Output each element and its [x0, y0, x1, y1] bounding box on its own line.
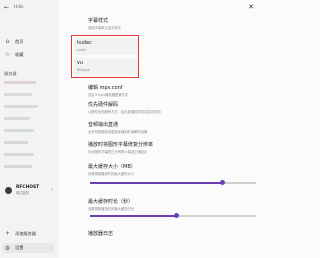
settings-panel: ✕ 字幕样式 选择字幕默认显示样式 hudec audio vu Bilingu… [58, 0, 258, 258]
servers-section-label: 服务器 [4, 71, 17, 76]
card-title: vu [77, 61, 83, 66]
home-icon: ⌂ [5, 38, 10, 45]
avatar [5, 186, 12, 194]
plus-icon: + [4, 230, 11, 237]
sidebar-item-label: 收藏 [15, 51, 24, 57]
slider-knob[interactable] [220, 180, 226, 185]
gear-icon: ⚙ [4, 244, 11, 252]
slider-fill [90, 182, 223, 184]
setting-title: 最大缓存时长（秒） [88, 199, 134, 205]
setting-title: 最大缓存大小（MB） [88, 164, 136, 170]
server-item-obscured[interactable] [4, 153, 48, 162]
sidebar-item-favorites[interactable]: ☆ 收藏 [4, 51, 24, 58]
sidebar-item-add-server[interactable]: + 添加服务器 [4, 230, 36, 237]
sidebar-item-settings[interactable]: ⚙ 设置 [2, 243, 54, 253]
server-item-obscured[interactable] [4, 165, 48, 174]
slider-fill [90, 215, 177, 217]
server-item-obscured[interactable] [4, 117, 48, 126]
setting-title: 编辑 mpv.conf [88, 85, 123, 91]
server-item-obscured[interactable] [4, 129, 48, 138]
setting-description: 以硬件优先解码方式，如出现播放异常请尝试关闭 [88, 110, 161, 114]
card-subtitle: Bilingus [77, 68, 90, 72]
sidebar: ← Hills ⌂ 首页 ☆ 收藏 服务器 RFCHOST 前往复制 ‹ + 添… [0, 0, 58, 258]
server-item-obscured[interactable] [4, 141, 48, 150]
slider-knob[interactable] [173, 213, 179, 218]
language-card-hudec[interactable]: hudec audio [74, 38, 138, 55]
cache-size-slider[interactable] [90, 180, 256, 185]
server-subtitle: 前往复制 [16, 191, 29, 195]
setting-description: 自定义mpv播放器配置文件 [88, 93, 129, 97]
close-icon[interactable]: ✕ [248, 3, 254, 11]
sidebar-item-label: 添加服务器 [15, 230, 36, 236]
server-item-obscured[interactable] [4, 81, 48, 90]
window-title: Hills [14, 5, 24, 10]
setting-title: 优先硬件解码 [88, 102, 119, 108]
cache-time-slider[interactable] [90, 213, 256, 218]
server-item-obscured[interactable] [4, 105, 48, 114]
setting-title: 播放时将图形字幕修复分辨率 [88, 142, 154, 148]
sidebar-item-label: 首页 [15, 38, 24, 44]
setting-description: 允许将音频码流直接传输到外部解码设备 [88, 130, 148, 134]
back-icon[interactable]: ← [4, 4, 9, 11]
server-item-rfchost[interactable]: RFCHOST 前往复制 ‹ [3, 181, 55, 199]
language-card-vu[interactable]: vu Bilingus [74, 58, 138, 75]
sidebar-item-label: 设置 [15, 245, 24, 250]
setting-description: 设置视频播放时的最大缓存时长 [88, 207, 135, 211]
card-subtitle: audio [77, 48, 86, 52]
star-icon: ☆ [4, 51, 11, 58]
setting-description: 设置视频播放时的最大缓存大小 [88, 172, 135, 176]
server-item-obscured[interactable] [4, 93, 48, 102]
setting-description: 选择字幕默认显示样式 [88, 26, 121, 30]
chevron-left-icon: ‹ [51, 187, 53, 193]
setting-title: 音频输出直通 [88, 122, 119, 128]
player-log-link[interactable]: 播放器日志 [88, 230, 113, 237]
setting-description: 针对图形字幕修正分辨率以保证正确显示 [88, 150, 148, 154]
setting-title: 字幕样式 [88, 18, 109, 24]
card-title: hudec [77, 41, 92, 46]
sidebar-item-home[interactable]: ⌂ 首页 [4, 38, 24, 45]
